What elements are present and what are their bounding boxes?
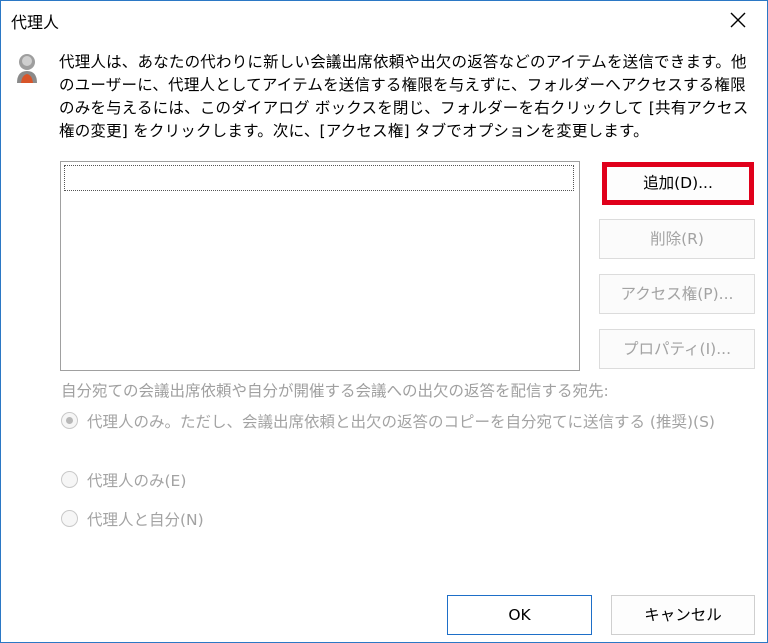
ok-button[interactable]: OK [447,595,592,635]
cancel-button[interactable]: キャンセル [611,595,755,635]
radio-label: 代理人のみ。ただし、会議出席依頼と出欠の返答のコピーを自分宛てに送信する (推奨… [87,413,715,431]
radio-delegates-only[interactable]: 代理人のみ(E) [61,469,361,495]
radio-button[interactable] [61,471,78,488]
description-text: 代理人は、あなたの代わりに新しい会議出席依頼や出欠の返答などのアイテムを送信でき… [59,53,749,140]
remove-button[interactable]: 削除(R) [599,219,755,259]
radio-delegates-only-copy[interactable]: 代理人のみ。ただし、会議出席依頼と出欠の返答のコピーを自分宛てに送信する (推奨… [61,410,741,460]
delegates-dialog: 代理人 代理人は、あなたの代わりに新しい会議出席依頼や出欠の返答などのアイテムを… [0,0,768,643]
close-button[interactable] [719,4,757,36]
radio-delegates-and-me[interactable]: 代理人と自分(N) [61,508,361,534]
user-icon [17,54,37,83]
close-icon [730,12,746,28]
list-focus-row[interactable] [64,165,574,191]
radio-label: 代理人のみ(E) [87,472,187,490]
add-button[interactable]: 追加(D)... [602,162,754,205]
access-rights-button[interactable]: アクセス権(P)... [599,274,755,314]
properties-button[interactable]: プロパティ(I)... [599,329,755,369]
radio-button[interactable] [61,412,78,429]
window-title: 代理人 [11,13,60,32]
radio-button[interactable] [61,510,78,527]
radio-label: 代理人と自分(N) [87,511,204,529]
delegate-list[interactable] [60,161,580,371]
title-bar: 代理人 [1,1,767,39]
delivery-group-label: 自分宛ての会議出席依頼や自分が開催する会議への出欠の返答を配信する宛先: [61,382,609,400]
